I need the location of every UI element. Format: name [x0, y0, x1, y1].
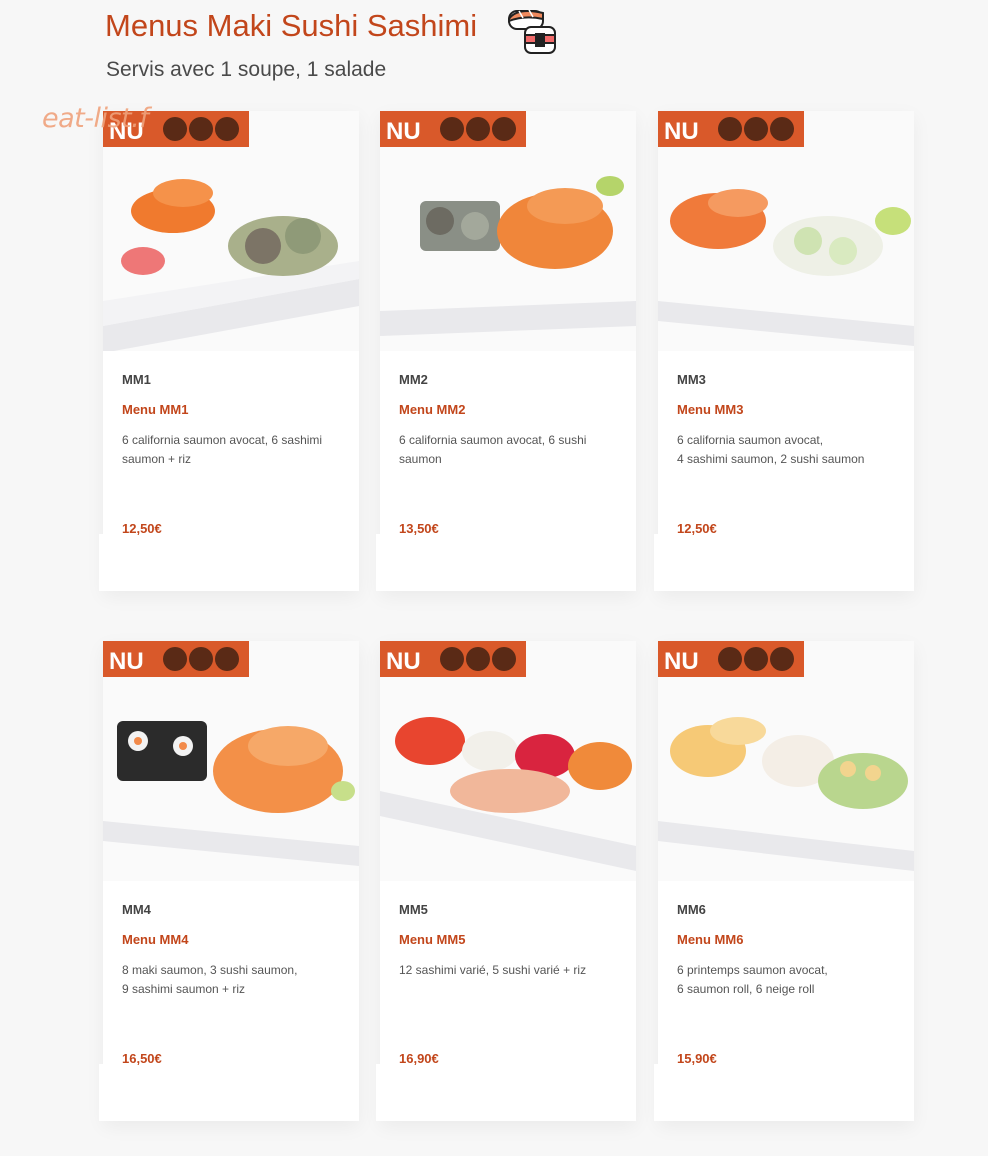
menu-code: MM4 — [122, 902, 151, 917]
card-footer — [376, 534, 636, 591]
menu-description: 8 maki saumon, 3 sushi saumon, 9 sashimi… — [122, 963, 298, 996]
photo-label: NU — [386, 118, 421, 145]
menu-code: MM3 — [677, 372, 706, 387]
menu-photo: NU — [658, 641, 914, 881]
menu-card[interactable]: NU MM1 Menu MM1 6 california saumon avoc… — [99, 111, 359, 591]
menu-description: 6 california saumon avocat, 4 sashimi sa… — [677, 433, 865, 466]
menu-price: 16,90€ — [399, 1051, 439, 1066]
menu-code: MM6 — [677, 902, 706, 917]
photo-label: NU — [664, 118, 699, 145]
menu-card[interactable]: NU MM2 Menu MM2 6 california saumon avoc… — [376, 111, 636, 591]
menu-name[interactable]: Menu MM1 — [122, 402, 188, 417]
menu-card[interactable]: NU MM6 Menu MM6 6 printemps saumon avoca… — [654, 641, 914, 1121]
menu-name[interactable]: Menu MM4 — [122, 932, 188, 947]
menu-price: 13,50€ — [399, 521, 439, 536]
card-footer — [99, 534, 359, 591]
menu-code: MM2 — [399, 372, 428, 387]
sushi-icon — [508, 9, 556, 54]
menu-photo: NU — [380, 111, 636, 351]
menu-card[interactable]: NU MM5 Menu MM5 12 sashimi varié, 5 sush… — [376, 641, 636, 1121]
card-footer — [654, 1064, 914, 1121]
menu-page: Menus Maki Sushi Sashimi Servis avec 1 s… — [0, 0, 988, 1156]
menu-card[interactable]: NU MM3 Menu MM3 6 california saumon avoc… — [654, 111, 914, 591]
menu-name[interactable]: Menu MM3 — [677, 402, 743, 417]
menu-photo: NU — [658, 111, 914, 351]
menu-card[interactable]: NU MM4 Menu MM4 8 maki saumon, 3 sushi s… — [99, 641, 359, 1121]
menu-photo: NU — [103, 641, 359, 881]
menu-description: 6 printemps saumon avocat, 6 saumon roll… — [677, 963, 828, 996]
card-footer — [376, 1064, 636, 1121]
photo-label: NU — [109, 648, 144, 675]
menu-code: MM5 — [399, 902, 428, 917]
menu-price: 16,50€ — [122, 1051, 162, 1066]
card-footer — [99, 1064, 359, 1121]
section-title: Menus Maki Sushi Sashimi — [105, 8, 478, 43]
photo-label: NU — [664, 648, 699, 675]
menu-price: 12,50€ — [122, 521, 162, 536]
watermark: eat-list.f — [42, 103, 149, 134]
menu-price: 15,90€ — [677, 1051, 717, 1066]
menu-name[interactable]: Menu MM2 — [399, 402, 465, 417]
photo-label: NU — [386, 648, 421, 675]
menu-description: 12 sashimi varié, 5 sushi varié + riz — [399, 963, 587, 977]
card-footer — [654, 534, 914, 591]
menu-code: MM1 — [122, 372, 151, 387]
menu-description: 6 california saumon avocat, 6 sushi saum… — [399, 433, 587, 466]
section-subtitle: Servis avec 1 soupe, 1 salade — [106, 58, 387, 81]
menu-name[interactable]: Menu MM5 — [399, 932, 465, 947]
menu-price: 12,50€ — [677, 521, 717, 536]
menu-photo: NU — [380, 641, 636, 881]
menu-photo: NU — [103, 111, 359, 351]
menu-description: 6 california saumon avocat, 6 sashimi sa… — [122, 433, 323, 466]
menu-name[interactable]: Menu MM6 — [677, 932, 743, 947]
